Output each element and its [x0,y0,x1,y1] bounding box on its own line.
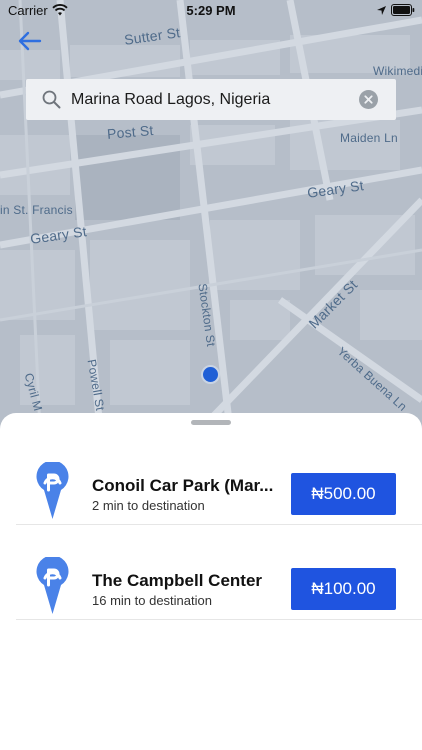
back-arrow-icon [18,31,42,51]
street-label-st-francis: in St. Francis [0,203,73,217]
status-bar: Carrier 5:29 PM [0,0,422,22]
results-sheet: Conoil Car Park (Mar... 2 min to destina… [0,413,422,750]
user-location-dot [201,365,220,384]
clear-search-button[interactable] [359,90,378,109]
price-button[interactable]: ₦500.00 [291,473,396,515]
parking-pin-icon [36,557,69,614]
street-label-wikimedia: Wikimedi [373,64,422,78]
location-arrow-icon [377,6,386,15]
battery-icon [391,4,415,16]
search-icon [42,90,61,109]
search-input[interactable] [71,79,351,120]
parking-pin-icon [36,462,69,519]
price-button[interactable]: ₦100.00 [291,568,396,610]
back-button[interactable] [16,30,46,56]
parking-result-row[interactable]: The Campbell Center 16 min to destinatio… [16,525,422,620]
clear-icon [364,95,373,104]
drag-handle[interactable] [191,420,231,425]
street-label-maiden: Maiden Ln [340,131,398,145]
parking-eta: 2 min to destination [92,498,205,513]
parking-name: The Campbell Center [92,571,263,590]
search-bar[interactable] [26,79,396,120]
parking-eta: 16 min to destination [92,593,212,608]
parking-name: Conoil Car Park (Mar... [92,476,274,495]
status-time: 5:29 PM [186,3,236,18]
map-view[interactable]: Sutter St Wikimedi Post St Maiden Ln Gea… [0,0,422,430]
parking-result-row[interactable]: Conoil Car Park (Mar... 2 min to destina… [16,430,422,525]
